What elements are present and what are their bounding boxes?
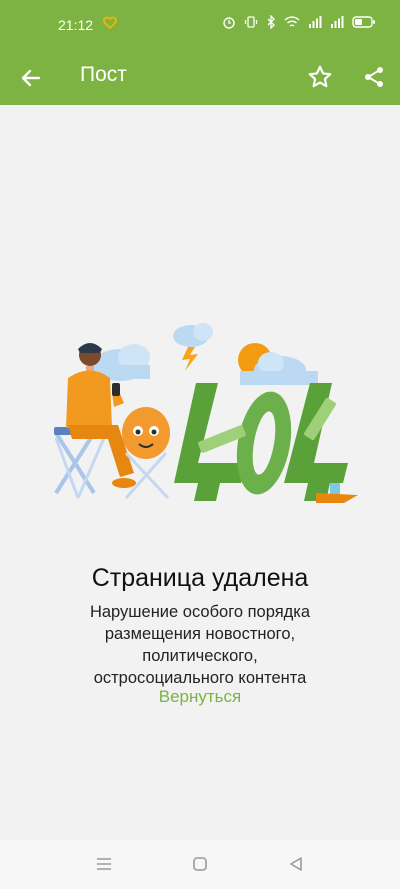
status-time: 21:12 <box>58 17 94 33</box>
signal-icon <box>330 15 344 32</box>
wifi-icon <box>284 15 300 32</box>
system-nav-bar <box>0 840 400 889</box>
signal-icon <box>308 15 322 32</box>
404-digits <box>174 383 358 503</box>
share-icon <box>365 67 383 87</box>
alarm-icon <box>222 15 236 32</box>
star-outline-icon <box>308 65 332 88</box>
error-message: Нарушение особого порядка размещения нов… <box>89 603 311 687</box>
arrow-left-icon <box>21 69 41 87</box>
page-title: Пост <box>80 63 127 86</box>
share-button[interactable] <box>357 60 391 94</box>
menu-icon[interactable] <box>92 852 116 876</box>
return-link[interactable]: Вернуться <box>0 687 400 707</box>
back-button[interactable] <box>14 61 48 95</box>
error-404-illustration: 404 <box>54 323 358 503</box>
status-icons <box>222 14 376 32</box>
back-triangle-icon[interactable] <box>284 852 308 876</box>
error-title: Страница удалена <box>91 564 309 592</box>
home-square-icon[interactable] <box>188 852 212 876</box>
app-bar: Пост <box>0 50 400 105</box>
heart-icon <box>103 16 117 30</box>
content-area: 404 Страница удалена Нарушение особого п… <box>0 105 400 840</box>
storm-cloud-icon <box>173 323 213 371</box>
favorite-button[interactable] <box>303 60 337 94</box>
battery-icon <box>352 15 376 32</box>
vibrate-icon <box>244 15 258 32</box>
status-bar: 21:12 <box>0 0 400 50</box>
bluetooth-icon <box>266 14 276 32</box>
